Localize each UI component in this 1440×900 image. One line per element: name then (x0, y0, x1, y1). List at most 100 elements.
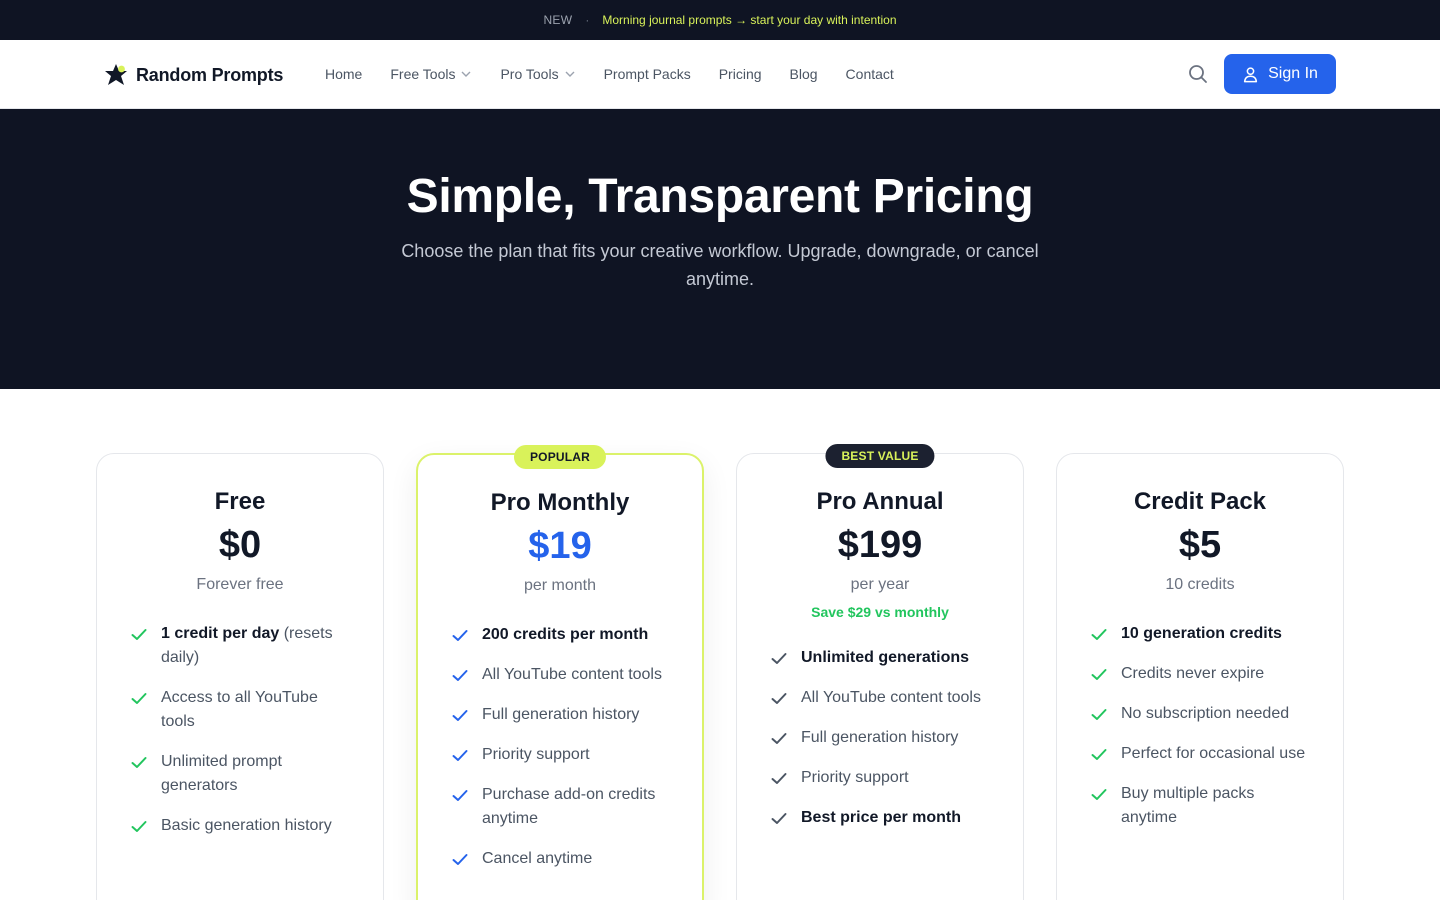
check-icon (1091, 789, 1107, 800)
check-icon (771, 733, 787, 744)
check-icon (131, 821, 147, 832)
plan-price: $199 (837, 524, 923, 566)
feature-list: 10 generation credits Credits never expi… (1091, 622, 1313, 846)
feature-item: 10 generation credits (1091, 622, 1313, 646)
feature-item: Basic generation history (131, 814, 353, 838)
check-icon (452, 750, 468, 761)
feature-item: Full generation history (452, 703, 674, 727)
feature-strong: Unlimited generations (801, 649, 970, 666)
plan-card-free: Free $0 Forever free 1 credit per day (r… (96, 453, 384, 900)
feature-item: All YouTube content tools (452, 663, 674, 687)
feature-text: Unlimited prompt generators (161, 753, 282, 794)
feature-text: Full generation history (482, 706, 640, 723)
announcement-bar: NEW · Morning journal prompts → start yo… (0, 0, 1440, 40)
plan-name: Credit Pack (1133, 488, 1267, 515)
announcement-link[interactable]: Morning journal prompts → start your day… (602, 13, 896, 27)
check-icon (771, 813, 787, 824)
feature-item: Unlimited prompt generators (131, 750, 353, 798)
nav-free-tools-label: Free Tools (390, 66, 456, 82)
chevron-down-icon (565, 71, 575, 77)
check-icon (131, 693, 147, 704)
check-icon (452, 710, 468, 721)
feature-text: All YouTube content tools (482, 666, 662, 683)
plan-name: Pro Monthly (490, 489, 630, 516)
user-icon (1243, 66, 1258, 82)
sign-in-label: Sign In (1268, 65, 1318, 82)
feature-strong: 200 credits per month (482, 626, 649, 643)
check-icon (452, 670, 468, 681)
feature-item: Credits never expire (1091, 662, 1313, 686)
feature-item: Priority support (452, 743, 674, 767)
nav-home-label: Home (325, 66, 363, 82)
check-icon (771, 693, 787, 704)
feature-item: Full generation history (771, 726, 993, 750)
plan-price: $5 (1178, 524, 1222, 566)
top-nav: Random Prompts Home Free Tools Pro Tools… (0, 40, 1440, 109)
feature-list: Unlimited generations All YouTube conten… (771, 646, 993, 846)
plan-name: Pro Annual (816, 488, 944, 515)
feature-text: No subscription needed (1121, 705, 1290, 722)
nav-prompt-packs[interactable]: Prompt Packs (604, 66, 691, 82)
check-icon (771, 653, 787, 664)
check-icon (1091, 629, 1107, 640)
brand-logo[interactable]: Random Prompts (103, 62, 283, 88)
feature-text: Cancel anytime (482, 850, 593, 867)
savings-note: Save $29 vs monthly (811, 604, 949, 620)
plan-name: Free (214, 488, 266, 515)
check-icon (452, 630, 468, 641)
check-icon (1091, 709, 1107, 720)
feature-item: Perfect for occasional use (1091, 742, 1313, 766)
nav-pricing[interactable]: Pricing (719, 66, 762, 82)
feature-text: Buy multiple packs anytime (1121, 785, 1255, 826)
nav-prompt-packs-label: Prompt Packs (603, 66, 691, 82)
feature-text: Access to all YouTube tools (161, 689, 318, 730)
feature-item: 1 credit per day (resets daily) (131, 622, 353, 670)
feature-list: 1 credit per day (resets daily) Access t… (131, 622, 353, 854)
feature-text: Full generation history (801, 729, 959, 746)
chevron-down-icon (461, 71, 471, 77)
check-icon (771, 773, 787, 784)
feature-text: Basic generation history (161, 817, 332, 834)
search-button[interactable] (1186, 62, 1210, 86)
feature-text: All YouTube content tools (801, 689, 981, 706)
feature-item: Cancel anytime (452, 847, 674, 871)
nav-pro-tools-label: Pro Tools (500, 66, 559, 82)
page-subtitle: Choose the plan that fits your creative … (401, 241, 1039, 289)
check-icon (1091, 749, 1107, 760)
nav-contact[interactable]: Contact (846, 66, 894, 82)
search-icon (1189, 65, 1207, 83)
pricing-hero: Simple, Transparent Pricing Choose the p… (0, 109, 1440, 389)
feature-list: 200 credits per month All YouTube conten… (452, 623, 674, 887)
plan-card-pro-monthly: POPULAR Pro Monthly $19 per month 200 cr… (416, 445, 704, 900)
popular-badge: POPULAR (513, 445, 607, 469)
feature-item: Buy multiple packs anytime (1091, 782, 1313, 830)
feature-item: 200 credits per month (452, 623, 674, 647)
plan-period: per year (850, 576, 910, 593)
nav-blog[interactable]: Blog (790, 66, 818, 82)
nav-blog-label: Blog (789, 66, 818, 82)
feature-text: Priority support (801, 769, 909, 786)
nav-pro-tools[interactable]: Pro Tools (500, 66, 575, 82)
feature-text: Perfect for occasional use (1121, 745, 1306, 762)
feature-text: Priority support (482, 746, 590, 763)
feature-item: Best price per month (771, 806, 993, 830)
plan-card-credit-pack: Credit Pack $5 10 credits 10 generation … (1056, 453, 1344, 900)
feature-item: Priority support (771, 766, 993, 790)
sign-in-button[interactable]: Sign In (1224, 54, 1336, 94)
check-icon (131, 629, 147, 640)
feature-item: Access to all YouTube tools (131, 686, 353, 734)
check-icon (452, 790, 468, 801)
feature-text: Credits never expire (1121, 665, 1265, 682)
feature-item: No subscription needed (1091, 702, 1313, 726)
nav-home[interactable]: Home (325, 66, 362, 82)
plan-period: Forever free (196, 576, 284, 593)
nav-free-tools[interactable]: Free Tools (390, 66, 472, 82)
feature-strong: Best price per month (801, 809, 962, 826)
plan-price: $19 (528, 525, 592, 567)
check-icon (452, 854, 468, 865)
feature-item: All YouTube content tools (771, 686, 993, 710)
feature-strong: 1 credit per day (161, 625, 280, 642)
nav-contact-label: Contact (845, 66, 894, 82)
brand-name: Random Prompts (136, 64, 284, 85)
check-icon (131, 757, 147, 768)
